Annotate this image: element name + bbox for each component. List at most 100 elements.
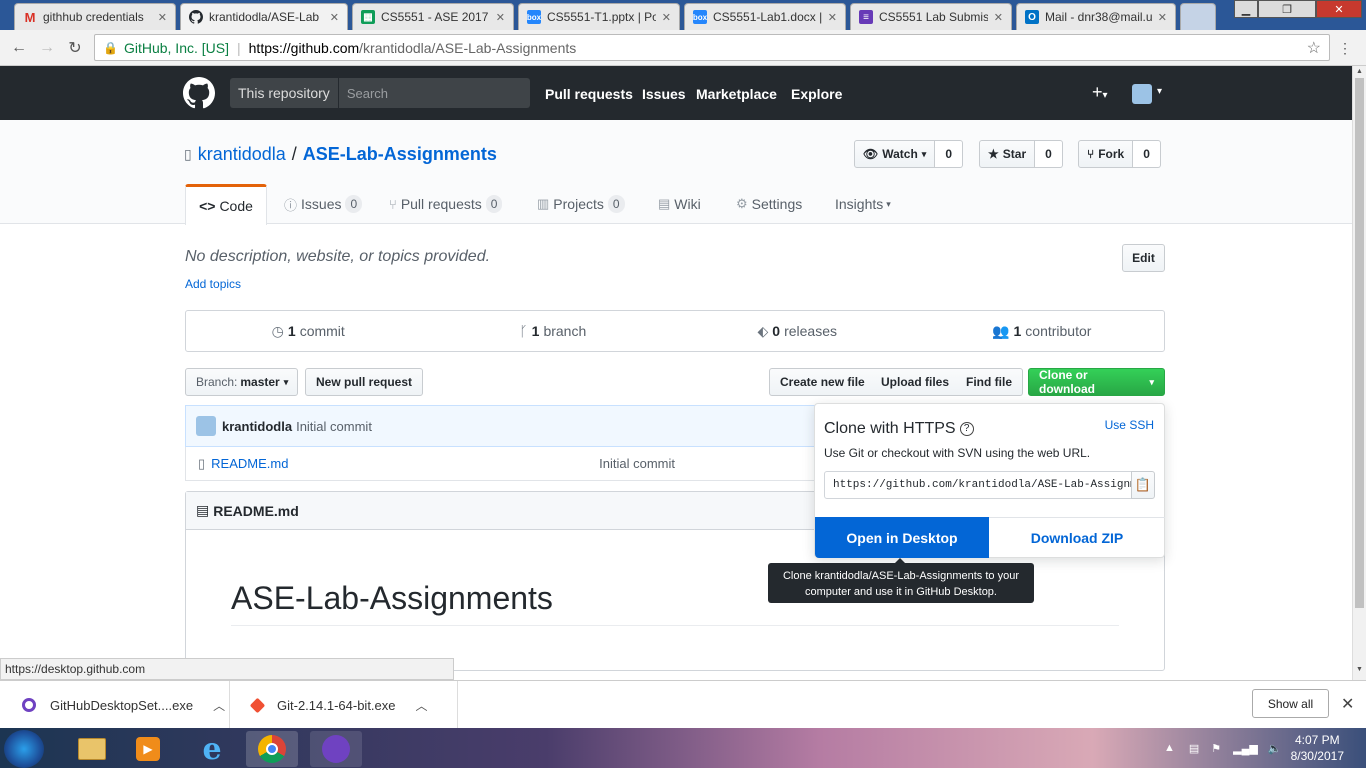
browser-tab-github[interactable]: krantidodla/ASE-Lab ✕: [180, 3, 348, 30]
system-clock[interactable]: 4:07 PM 8/30/2017: [1291, 732, 1344, 764]
download-zip-button[interactable]: Download ZIP: [989, 517, 1165, 558]
help-icon[interactable]: ?: [959, 421, 974, 436]
browser-tab-sheets[interactable]: ▦ CS5551 - ASE 2017 ✕: [352, 3, 514, 30]
browser-tab-box-docx[interactable]: box CS5551-Lab1.docx | ✕: [684, 3, 846, 30]
releases-link[interactable]: ⬖ 0 releases: [675, 311, 920, 351]
browser-tab-forms[interactable]: ≡ CS5551 Lab Submis ✕: [850, 3, 1012, 30]
avatar[interactable]: [196, 416, 216, 436]
create-new-file-button[interactable]: Create new file: [769, 368, 876, 396]
clone-url-input[interactable]: [824, 471, 1132, 499]
minimize-icon[interactable]: ▁: [1234, 0, 1258, 18]
chevron-down-icon[interactable]: ▾: [1157, 86, 1162, 97]
menu-icon[interactable]: ⋮: [1338, 40, 1352, 57]
close-icon[interactable]: ✕: [1341, 694, 1354, 714]
issue-count-badge: 0: [345, 195, 363, 213]
volume-icon[interactable]: 🔈: [1268, 742, 1282, 755]
download-item[interactable]: GitHubDesktopSet....exe ︿: [0, 681, 230, 729]
chrome-icon[interactable]: [246, 731, 298, 767]
scrollbar-thumb[interactable]: [1355, 78, 1364, 608]
use-ssh-link[interactable]: Use SSH: [1105, 418, 1154, 432]
nav-pull-requests[interactable]: Pull requests: [545, 86, 633, 102]
media-player-icon[interactable]: ▶: [122, 731, 174, 767]
close-icon[interactable]: ✕: [496, 11, 505, 24]
github-logo-icon[interactable]: [183, 77, 215, 109]
network-icon[interactable]: ▤: [1189, 742, 1199, 755]
close-icon[interactable]: ✕: [1158, 11, 1167, 24]
close-icon[interactable]: ✕: [662, 11, 671, 24]
tab-settings[interactable]: ⚙ Settings: [736, 184, 802, 224]
branches-link[interactable]: ᚴ 1 branch: [431, 311, 676, 351]
watch-count[interactable]: 0: [935, 140, 964, 168]
nav-explore[interactable]: Explore: [791, 86, 842, 102]
close-window-icon[interactable]: ✕: [1316, 0, 1362, 18]
fork-count[interactable]: 0: [1133, 140, 1161, 168]
add-topics-link[interactable]: Add topics: [185, 277, 241, 291]
star-button[interactable]: ★ Star: [979, 140, 1036, 168]
file-explorer-icon[interactable]: [66, 731, 118, 767]
clock-time: 4:07 PM: [1294, 733, 1340, 747]
chevron-up-icon[interactable]: ︿: [213, 697, 225, 714]
chevron-up-icon[interactable]: ︿: [416, 697, 428, 714]
close-icon[interactable]: ✕: [158, 11, 167, 24]
flag-icon[interactable]: ⚑: [1211, 742, 1221, 755]
bookmark-star-icon[interactable]: ☆: [1307, 38, 1321, 58]
commit-message[interactable]: Initial commit: [296, 419, 372, 434]
edit-button[interactable]: Edit: [1122, 244, 1165, 272]
repo-name-link[interactable]: ASE-Lab-Assignments: [303, 144, 497, 165]
download-item[interactable]: Git-2.14.1-64-bit.exe ︿: [230, 681, 458, 729]
restore-icon[interactable]: ❐: [1258, 0, 1316, 18]
repo-owner-link[interactable]: krantidodla: [198, 144, 286, 165]
close-icon[interactable]: ✕: [330, 11, 339, 24]
tab-issues[interactable]: ⓘ Issues 0: [284, 184, 363, 224]
file-commit-message[interactable]: Initial commit: [599, 456, 675, 471]
watch-group: 👁 Watch ▾ 0: [854, 140, 964, 168]
open-in-desktop-button[interactable]: Open in Desktop: [815, 517, 989, 558]
clipboard-icon[interactable]: 📋: [1131, 471, 1155, 499]
nav-marketplace[interactable]: Marketplace: [696, 86, 777, 102]
upload-files-button[interactable]: Upload files: [871, 368, 961, 396]
search-input[interactable]: [338, 78, 530, 108]
commits-link[interactable]: ◷ 1 commit: [186, 311, 431, 351]
find-file-button[interactable]: Find file: [956, 368, 1023, 396]
browser-tab-box-pptx[interactable]: box CS5551-T1.pptx | Po ✕: [518, 3, 680, 30]
scroll-up-icon[interactable]: ▲: [1356, 68, 1363, 75]
avatar[interactable]: [1132, 84, 1152, 104]
tab-pull-requests[interactable]: ⑂ Pull requests 0: [389, 184, 503, 224]
watch-button[interactable]: 👁 Watch ▾: [854, 140, 936, 168]
close-icon[interactable]: ✕: [828, 11, 837, 24]
star-count[interactable]: 0: [1035, 140, 1063, 168]
start-button[interactable]: [4, 730, 44, 768]
address-bar[interactable]: 🔒 GitHub, Inc. [US] | https://github.com…: [94, 34, 1330, 61]
chevron-up-icon[interactable]: ▲: [1164, 742, 1175, 754]
tab-wiki[interactable]: ▤ Wiki: [658, 184, 701, 224]
contributors-link[interactable]: 👥 1 contributor: [920, 311, 1165, 351]
commit-author[interactable]: krantidodla: [222, 419, 292, 434]
tab-code[interactable]: <> Code: [185, 184, 267, 225]
people-icon: 👥: [992, 322, 1010, 339]
git-icon: [249, 697, 266, 713]
create-new-button[interactable]: +▾: [1092, 82, 1108, 103]
branch-select-button[interactable]: Branch: master ▾: [185, 368, 298, 396]
new-pull-request-button[interactable]: New pull request: [305, 368, 424, 396]
box-icon: box: [527, 10, 541, 24]
file-name-link[interactable]: README.md: [211, 456, 599, 471]
show-all-button[interactable]: Show all: [1252, 689, 1329, 718]
internet-explorer-icon[interactable]: e: [186, 731, 238, 767]
signal-icon[interactable]: ▂▄▆: [1233, 742, 1258, 755]
tab-projects[interactable]: ▥ Projects 0: [537, 184, 625, 224]
new-tab-button[interactable]: [1180, 3, 1216, 30]
browser-tab-gmail[interactable]: M githhub credentials ✕: [14, 3, 176, 30]
back-icon[interactable]: ←: [8, 37, 30, 59]
scroll-down-icon[interactable]: ▼: [1356, 666, 1363, 673]
tab-insights[interactable]: Insights ▾: [835, 184, 891, 224]
forward-icon[interactable]: →: [36, 37, 58, 59]
nav-issues[interactable]: Issues: [642, 86, 686, 102]
github-desktop-icon[interactable]: [310, 731, 362, 767]
close-icon[interactable]: ✕: [994, 11, 1003, 24]
reload-icon[interactable]: ↻: [64, 37, 86, 59]
clone-or-download-button[interactable]: Clone or download ▾: [1028, 368, 1165, 396]
site-identity[interactable]: GitHub, Inc. [US]: [124, 40, 229, 56]
vertical-scrollbar[interactable]: ▲ ▼: [1352, 66, 1366, 680]
browser-tab-outlook[interactable]: O Mail - dnr38@mail.u ✕: [1016, 3, 1176, 30]
fork-button[interactable]: ⑂ Fork: [1078, 140, 1134, 168]
